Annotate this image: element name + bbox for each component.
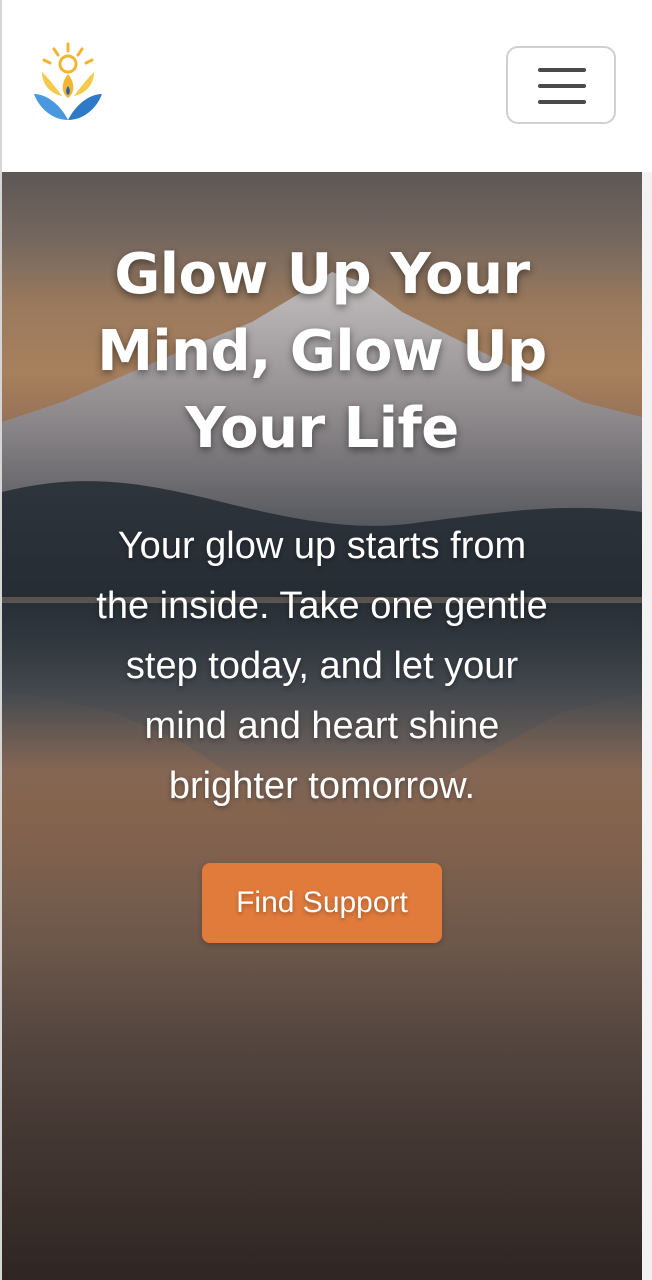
hero-section: Glow Up Your Mind, Glow Up Your Life You…: [2, 172, 642, 1280]
sun-lotus-logo-icon: [34, 42, 102, 120]
logo-link[interactable]: [32, 42, 104, 124]
hero-title: Glow Up Your Mind, Glow Up Your Life: [97, 242, 547, 461]
menu-toggle-button[interactable]: [506, 46, 616, 124]
hamburger-menu-icon: [538, 68, 586, 72]
find-support-button[interactable]: Find Support: [202, 863, 442, 943]
hamburger-menu-icon-bar: [538, 100, 586, 104]
hero-description: Your glow up starts from the inside. Tak…: [96, 525, 548, 807]
hamburger-menu-icon-bar: [538, 84, 586, 88]
site-header: [2, 0, 642, 172]
page-right-gutter: [642, 172, 652, 1280]
